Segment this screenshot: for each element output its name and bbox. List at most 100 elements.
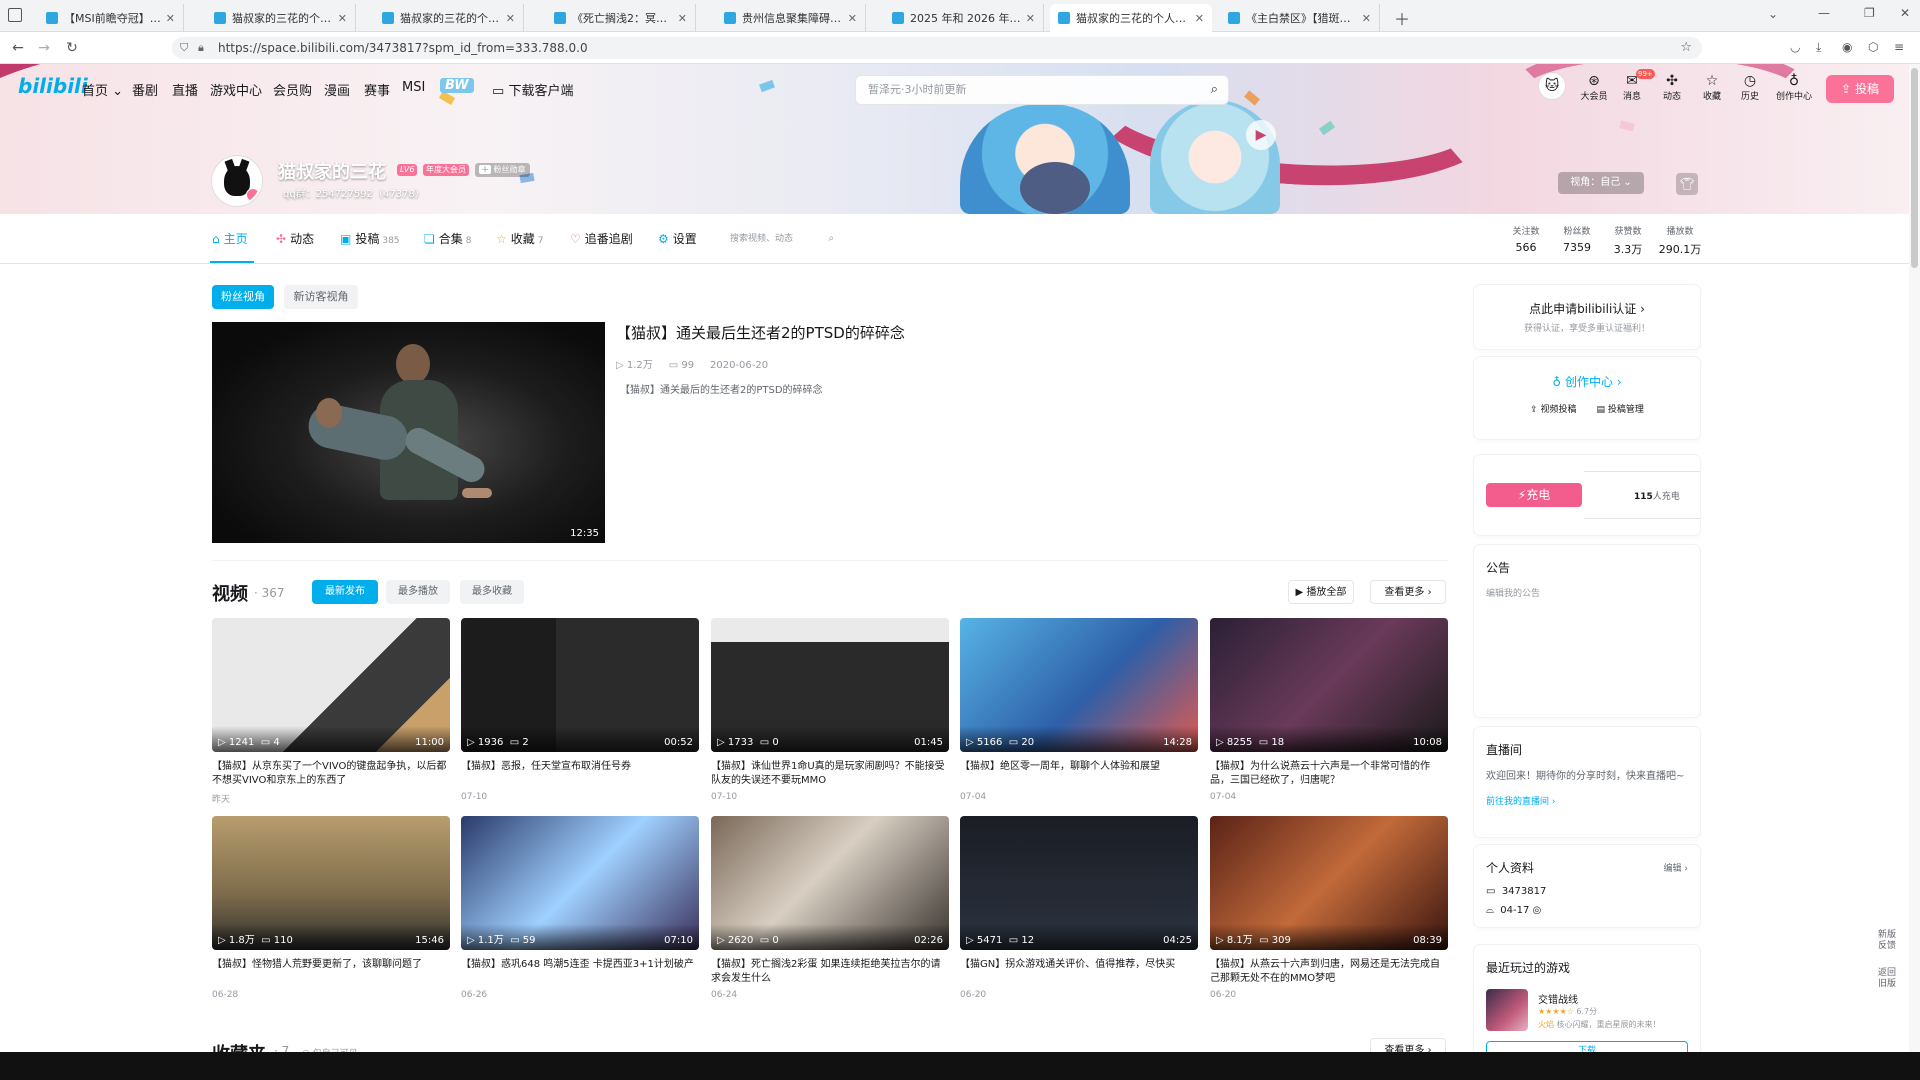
tab-favorites[interactable]: ☆ 收藏 7 [496, 230, 544, 247]
video-upload-link[interactable]: ⇪ 视频投稿 [1530, 405, 1576, 415]
tab-close-icon[interactable]: ✕ [1026, 12, 1035, 25]
tab-home[interactable]: ⌂ 主页 [212, 230, 248, 247]
video-thumbnail[interactable]: ▷ 1241 ▭ 4 11:00 [212, 618, 450, 752]
tab-settings[interactable]: ⚙ 设置 [658, 230, 697, 247]
video-card[interactable]: ▷ 1241 ▭ 4 11:00 【猫叔】从京东买了一个VIVO的键盘起争执，以后都… [212, 618, 450, 805]
game-name[interactable]: 交错战线 [1538, 991, 1578, 1006]
search-icon[interactable]: ⌕ [828, 228, 834, 250]
video-title[interactable]: 【猫叔】恶报，任天堂宣布取消任号券 [461, 760, 699, 788]
nav-anime[interactable]: 番剧 [132, 80, 158, 99]
browser-menu-icon[interactable] [8, 8, 22, 22]
featured-video-title[interactable]: 【猫叔】通关最后生还者2的PTSD的碎碎念 [616, 322, 905, 343]
message-entry[interactable]: ✉ 消息 99+ [1614, 69, 1655, 102]
close-window-icon[interactable]: ✕ [1900, 6, 1910, 20]
stat-followers[interactable]: 粉丝数 7359 [1551, 224, 1603, 254]
video-thumbnail[interactable]: ▷ 8255 ▭ 18 10:08 [1210, 618, 1448, 752]
notice-editor[interactable]: 编辑我的公告 [1486, 586, 1688, 599]
profile-avatar[interactable] [212, 156, 262, 206]
nav-bw-badge[interactable]: BW [440, 78, 474, 93]
history-entry[interactable]: ◷ 历史 [1732, 73, 1768, 102]
browser-tab[interactable]: 猫叔家的三花的个人空间-猫叔家✕ [374, 4, 524, 32]
tab-dynamic[interactable]: ✣ 动态 [276, 230, 314, 247]
upload-button[interactable]: ⇪ 投稿 [1826, 75, 1894, 103]
view-more-button[interactable]: 查看更多 › [1370, 580, 1446, 604]
video-thumbnail[interactable]: ▷ 1733 ▭ 0 01:45 [711, 618, 949, 752]
video-thumbnail[interactable]: ▷ 5166 ▭ 20 14:28 [960, 618, 1198, 752]
stat-following[interactable]: 关注数 566 [1500, 224, 1552, 254]
profile-edit-link[interactable]: 编辑 › [1664, 861, 1688, 874]
reload-icon[interactable]: ↻ [62, 38, 82, 58]
creator-entry[interactable]: ♁ 创作中心 [1772, 73, 1816, 102]
video-card[interactable]: ▷ 1.8万 ▭ 110 15:46 【猫叔】怪物猎人荒野要更新了，该聊聊问题了 06… [212, 816, 450, 1000]
tab-uploads[interactable]: ▣ 投稿 385 [340, 230, 400, 247]
video-title[interactable]: 【猫叔】从燕云十六声到归唐，网易还是无法完成自己那颗无处不在的MMO梦吧 [1210, 958, 1448, 986]
account-icon[interactable]: ◉ [1842, 40, 1852, 54]
search-input[interactable]: 暂泽元·3小时前更新 ⌕ [855, 75, 1229, 105]
video-card[interactable]: ▷ 1733 ▭ 0 01:45 【猫叔】诛仙世界1命U真的是玩家闹剧吗？不能接受队… [711, 618, 949, 802]
lock-icon[interactable]: 🔒︎ [198, 37, 204, 59]
sort-most-played-button[interactable]: 最多播放 [386, 580, 450, 604]
feedback-float-button[interactable]: 新版反馈 [1876, 930, 1898, 952]
minimize-icon[interactable]: — [1818, 6, 1830, 20]
sort-latest-button[interactable]: 最新发布 [312, 580, 378, 604]
shield-icon[interactable]: ⛉ [180, 37, 188, 59]
view-as-dropdown[interactable]: 视角：自己 ⌄ [1558, 172, 1644, 194]
dynamic-entry[interactable]: ✣ 动态 [1654, 73, 1690, 102]
video-title[interactable]: 【猫叔】怪物猎人荒野要更新了，该聊聊问题了 [212, 958, 450, 986]
menu-icon[interactable]: ≡ [1894, 40, 1904, 54]
tab-close-icon[interactable]: ✕ [166, 12, 175, 25]
favorites-entry[interactable]: ☆ 收藏 [1694, 73, 1730, 102]
fan-medal-badge[interactable]: ＋ 粉丝勋章 [475, 163, 530, 177]
url-input[interactable]: ⛉ 🔒︎ https://space.bilibili.com/3473817?… [172, 37, 1702, 59]
new-tab-icon[interactable]: ＋ [1394, 6, 1410, 30]
tab-close-icon[interactable]: ✕ [1362, 12, 1371, 25]
nav-mall[interactable]: 会员购 [273, 80, 312, 99]
nav-esports[interactable]: 赛事 [364, 80, 390, 99]
sort-most-favorited-button[interactable]: 最多收藏 [460, 580, 524, 604]
video-card[interactable]: ▷ 2620 ▭ 0 02:26 【猫叔】死亡搁浅2彩蛋 如果连续拒绝芙拉吉尔的请求… [711, 816, 949, 1000]
nav-live[interactable]: 直播 [172, 80, 198, 99]
page-scrollbar[interactable] [1909, 64, 1920, 1064]
manage-uploads-link[interactable]: ▤ 投稿管理 [1597, 405, 1644, 415]
video-title[interactable]: 【猫叔】死亡搁浅2彩蛋 如果连续拒绝芙拉吉尔的请求会发生什么 [711, 958, 949, 986]
eye-icon[interactable]: ◎ [1533, 905, 1542, 916]
tab-collections[interactable]: ❏ 合集 8 [424, 230, 472, 247]
creator-center-link[interactable]: ♁ 创作中心 › [1474, 373, 1700, 390]
video-thumbnail[interactable]: ▷ 2620 ▭ 0 02:26 [711, 816, 949, 950]
video-thumbnail[interactable]: ▷ 1936 ▭ 2 00:52 [461, 618, 699, 752]
browser-tab[interactable]: 贵州信息聚集障碍，锦绣雕护_✕ [716, 4, 866, 32]
vip-entry[interactable]: ⊛ 大会员 [1576, 73, 1612, 102]
scrollbar-thumb[interactable] [1911, 68, 1918, 268]
video-card[interactable]: ▷ 1936 ▭ 2 00:52 【猫叔】恶报，任天堂宣布取消任号券 07-10 [461, 618, 699, 802]
tab-following-series[interactable]: ♡ 追番追剧 [570, 230, 633, 247]
browser-tab[interactable]: 2025 年和 2026 年即将推出的✕ [884, 4, 1044, 32]
video-thumbnail[interactable]: ▷ 5471 ▭ 12 04:25 [960, 816, 1198, 950]
video-title[interactable]: 【猫叔】惑巩648 鸣潮5连歪 卡提西亚3+1计划破产 [461, 958, 699, 986]
back-icon[interactable]: ← [8, 38, 28, 58]
featured-video-thumbnail[interactable]: 12:35 [212, 322, 605, 543]
video-thumbnail[interactable]: ▷ 1.1万 ▭ 59 07:10 [461, 816, 699, 950]
tab-list-icon[interactable]: ⌄ [1768, 7, 1778, 21]
pocket-icon[interactable]: ◡ [1790, 40, 1800, 54]
old-version-float-button[interactable]: 返回旧版 [1876, 968, 1898, 990]
video-title[interactable]: 【猫叔】诛仙世界1命U真的是玩家闹剧吗？不能接受队友的失误还不要玩MMO [711, 760, 949, 788]
tab-close-icon[interactable]: ✕ [1195, 12, 1204, 25]
video-card[interactable]: ▷ 5471 ▭ 12 04:25 【猫GN】拐众游戏通关评价、值得推荐，尽快买 06… [960, 816, 1198, 1000]
space-search-input[interactable]: 搜索视频、动态 ⌕ [724, 228, 840, 250]
video-card[interactable]: ▷ 1.1万 ▭ 59 07:10 【猫叔】惑巩648 鸣潮5连歪 卡提西亚3+1计… [461, 816, 699, 1000]
browser-tab[interactable]: 《死亡搁浅2：冥滩之上》中文攻✕ [546, 4, 696, 32]
certification-card[interactable]: 点此申请bilibili认证 › 获得认证，享受多重认证福利！ [1474, 285, 1700, 349]
video-card[interactable]: ▷ 8255 ▭ 18 10:08 【猫叔】为什么说燕云十六声是一个非常可惜的作品，… [1210, 618, 1448, 802]
nav-manga[interactable]: 漫画 [324, 80, 350, 99]
maximize-icon[interactable]: ❐ [1864, 6, 1875, 20]
nav-game-center[interactable]: 游戏中心 [210, 80, 262, 99]
nav-home[interactable]: 首页 ⌄ [82, 80, 123, 99]
go-live-room-link[interactable]: 前往我的直播间 › [1486, 794, 1688, 807]
bilibili-logo[interactable]: bilibili [18, 74, 88, 98]
user-avatar[interactable]: 🐱︎ [1538, 72, 1566, 100]
browser-tab[interactable]: 【MSI前瞻夺冠】AL 3-0 BLG!✕ [38, 4, 184, 32]
search-icon[interactable]: ⌕ [1211, 76, 1218, 104]
vip-badge[interactable]: 年度大会员 [423, 164, 469, 176]
tab-close-icon[interactable]: ✕ [338, 12, 347, 25]
video-thumbnail[interactable]: ▷ 1.8万 ▭ 110 15:46 [212, 816, 450, 950]
